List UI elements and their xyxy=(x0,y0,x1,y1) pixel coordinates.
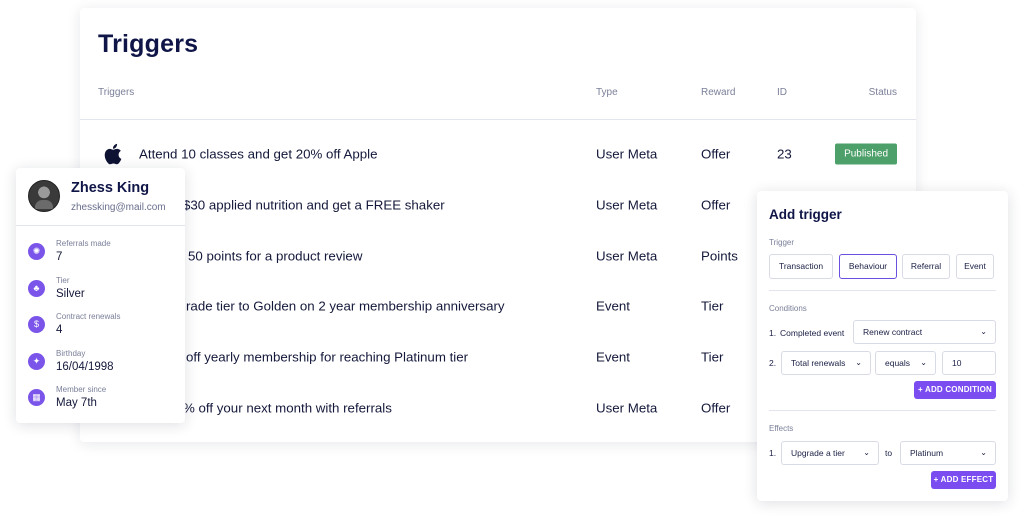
trigger-name: rade tier to Golden on 2 year membership… xyxy=(186,298,505,314)
trigger-type: Event xyxy=(596,349,631,365)
stat-label: Contract renewals xyxy=(56,312,121,321)
trigger-section-label: Trigger xyxy=(769,238,795,247)
table-row[interactable]: Attend 10 classes and get 20% off Apple … xyxy=(80,129,916,180)
add-trigger-title: Add trigger xyxy=(769,207,842,222)
chevron-down-icon: ⌄ xyxy=(920,358,927,367)
stat-label: Member since xyxy=(56,385,107,394)
condition-number: 1. xyxy=(769,328,777,338)
chevron-down-icon: ⌄ xyxy=(980,448,987,457)
condition-operator-select[interactable]: equals ⌄ xyxy=(875,351,936,375)
stat-birthday: ✦ Birthday 16/04/1998 xyxy=(16,345,185,382)
condition-field-select[interactable]: Total renewals ⌄ xyxy=(781,351,871,375)
effect-number: 1. xyxy=(769,448,777,458)
select-value: Upgrade a tier xyxy=(791,448,845,458)
stat-value: May 7th xyxy=(56,397,97,409)
calendar-icon: ▦ xyxy=(28,389,45,406)
chevron-down-icon: ⌄ xyxy=(855,358,862,367)
column-header-reward[interactable]: Reward xyxy=(701,87,735,98)
column-header-type[interactable]: Type xyxy=(596,87,618,98)
trigger-name: Attend 10 classes and get 20% off Apple xyxy=(139,146,378,162)
trigger-id: 23 xyxy=(777,146,792,162)
column-header-id[interactable]: ID xyxy=(777,87,787,98)
profile-card: Zhess King zhessking@mail.com ✺ Referral… xyxy=(16,168,185,423)
stat-tier: ♣ Tier Silver xyxy=(16,272,185,309)
condition-event-select[interactable]: Renew contract ⌄ xyxy=(853,320,996,344)
add-effect-button[interactable]: + ADD EFFECT xyxy=(931,471,996,489)
apple-icon xyxy=(102,141,126,167)
effects-section-label: Effects xyxy=(769,424,794,433)
select-value: equals xyxy=(885,358,911,368)
trigger-type: Event xyxy=(596,298,631,314)
effect-target-select[interactable]: Platinum ⌄ xyxy=(900,441,996,465)
trigger-option-behaviour[interactable]: Behaviour xyxy=(839,254,897,279)
trigger-reward: Offer xyxy=(701,400,731,416)
chevron-down-icon: ⌄ xyxy=(863,448,870,457)
stat-contract-renewals: $ Contract renewals 4 xyxy=(16,308,185,345)
trigger-reward: Offer xyxy=(701,197,731,213)
stat-label: Tier xyxy=(56,275,70,285)
trigger-name: % off your next month with referrals xyxy=(183,400,392,416)
stat-label: Referrals made xyxy=(56,239,111,248)
trigger-option-transaction[interactable]: Transaction xyxy=(769,254,833,279)
trigger-reward: Tier xyxy=(701,349,724,365)
input-value: 10 xyxy=(952,358,962,368)
section-divider xyxy=(769,290,996,291)
trigger-name: $30 applied nutrition and get a FREE sha… xyxy=(183,197,445,213)
trigger-type: User Meta xyxy=(596,146,658,162)
section-divider xyxy=(769,410,996,411)
add-condition-button[interactable]: + ADD CONDITION xyxy=(914,381,996,399)
stat-value: Silver xyxy=(56,287,85,300)
referral-icon: ✺ xyxy=(28,243,45,260)
page-title: Triggers xyxy=(98,30,199,58)
dollar-icon: $ xyxy=(28,316,45,333)
stat-value: 7 xyxy=(56,251,63,263)
table-header: Triggers Type Reward ID Status xyxy=(80,87,916,111)
conditions-section-label: Conditions xyxy=(769,304,807,313)
column-header-status[interactable]: Status xyxy=(869,87,897,98)
effect-to-label: to xyxy=(885,448,893,458)
effect-action-select[interactable]: Upgrade a tier ⌄ xyxy=(781,441,879,465)
party-icon: ✦ xyxy=(28,352,45,370)
profile-stats: ✺ Referrals made 7 ♣ Tier Silver $ Contr… xyxy=(16,235,185,418)
select-value: Total renewals xyxy=(791,358,846,368)
header-divider xyxy=(80,119,916,120)
trigger-type: User Meta xyxy=(596,197,658,213)
tier-icon: ♣ xyxy=(28,279,45,297)
column-header-triggers[interactable]: Triggers xyxy=(98,87,134,98)
trigger-reward: Offer xyxy=(701,146,731,162)
profile-email: zhessking@mail.com xyxy=(71,202,166,213)
condition-number: 2. xyxy=(769,358,777,368)
trigger-reward: Tier xyxy=(701,298,724,314)
trigger-name: 50 points for a product review xyxy=(188,248,363,264)
trigger-reward: Points xyxy=(701,248,738,264)
stat-member-since: ▦ Member since May 7th xyxy=(16,381,185,418)
select-value: Platinum xyxy=(910,448,944,458)
status-badge: Published xyxy=(835,143,897,165)
stat-value: 16/04/1998 xyxy=(56,360,114,373)
add-trigger-panel: Add trigger Trigger Transaction Behaviou… xyxy=(757,191,1008,501)
condition-text: Completed event xyxy=(780,328,845,338)
trigger-type: User Meta xyxy=(596,248,658,264)
trigger-type: User Meta xyxy=(596,400,658,416)
stat-label: Birthday xyxy=(56,348,86,358)
profile-divider xyxy=(16,225,185,226)
chevron-down-icon: ⌄ xyxy=(980,327,987,336)
avatar xyxy=(28,180,60,212)
trigger-option-event[interactable]: Event xyxy=(956,254,994,279)
stat-referrals: ✺ Referrals made 7 xyxy=(16,235,185,272)
trigger-option-referral[interactable]: Referral xyxy=(902,254,950,279)
trigger-name: off yearly membership for reaching Plati… xyxy=(186,349,469,365)
select-value: Renew contract xyxy=(863,327,923,337)
stat-value: 4 xyxy=(56,324,63,336)
condition-value-input[interactable]: 10 xyxy=(942,351,996,375)
profile-name: Zhess King xyxy=(71,180,150,196)
